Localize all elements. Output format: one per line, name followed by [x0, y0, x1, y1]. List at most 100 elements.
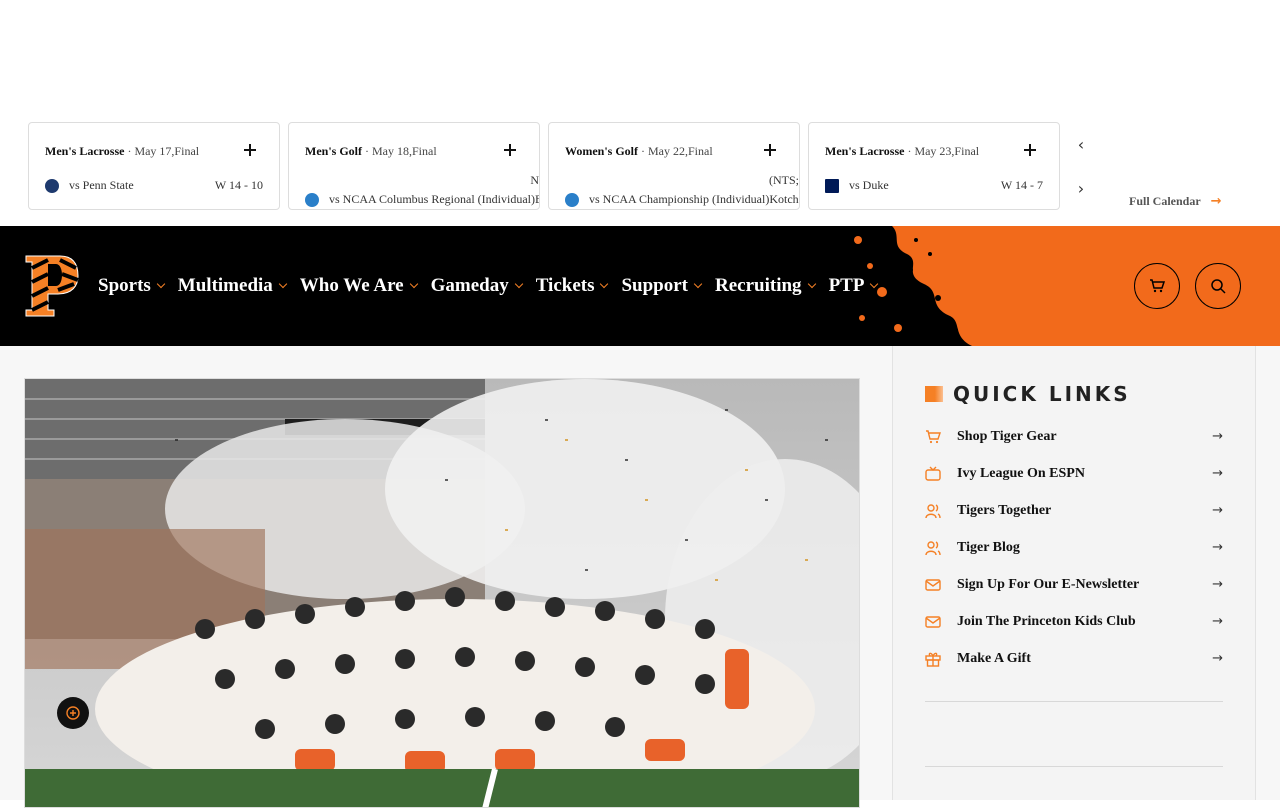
chevron-down-icon [807, 279, 816, 289]
nav-item-ptp[interactable]: PTP [828, 275, 879, 297]
cart-button[interactable] [1134, 263, 1180, 309]
princeton-p-logo[interactable] [24, 254, 80, 318]
main-content: QUICK LINKS Shop Tiger Gear → Ivy League… [0, 346, 1280, 808]
team-celebration-photo [25, 379, 859, 807]
full-calendar-label: Full Calendar [1129, 194, 1201, 208]
arrow-right-icon: → [1210, 194, 1222, 209]
game-date-status: May 17,Final [134, 144, 200, 158]
game-sport: Men's Lacrosse [45, 144, 125, 158]
tv-icon [925, 466, 941, 482]
nav-item-multimedia[interactable]: Multimedia [177, 275, 288, 297]
divider [925, 766, 1223, 767]
heading-accent-icon [925, 386, 943, 402]
quick-link-label: Tigers Together [957, 502, 1052, 518]
game-opponent: vs Duke [825, 178, 889, 193]
arrow-right-icon: → [1212, 540, 1223, 555]
opponent-label: vs NCAA Championship (Individual)Kotch [589, 192, 799, 206]
quick-link-newsletter[interactable]: Sign Up For Our E-Newsletter → [925, 566, 1223, 603]
nav-item-who-we-are[interactable]: Who We Are [299, 275, 418, 297]
chevron-left-icon[interactable]: ‹ [1071, 134, 1091, 154]
gift-icon [925, 651, 941, 667]
top-banner-space [0, 0, 1280, 122]
quick-link-shop-tiger-gear[interactable]: Shop Tiger Gear → [925, 418, 1223, 455]
arrow-right-icon: → [1212, 577, 1223, 592]
nav-item-label: Tickets [535, 275, 595, 296]
chevron-down-icon [409, 279, 418, 289]
game-opponent: vs NCAA Championship (Individual)Kotch [565, 192, 799, 207]
users-icon [925, 540, 941, 556]
game-date-status: May 18,Final [372, 144, 437, 158]
search-icon [1211, 279, 1226, 294]
chevron-down-icon [870, 279, 879, 289]
cart-icon [925, 429, 941, 445]
nav-item-gameday[interactable]: Gameday [430, 275, 523, 297]
opponent-label: vs Penn State [69, 178, 134, 192]
ncaa-logo [565, 192, 579, 207]
add-to-calendar-icon[interactable] [761, 141, 779, 159]
quick-link-label: Sign Up For Our E-Newsletter [957, 576, 1140, 592]
quick-link-make-a-gift[interactable]: Make A Gift → [925, 640, 1223, 677]
main-nav: Sports Multimedia Who We Are Gameday Tic… [0, 226, 1280, 346]
quick-link-label: Tiger Blog [957, 539, 1020, 555]
opponent-label: vs Duke [849, 178, 889, 192]
game-header: Men's Lacrosse · May 17,Final [45, 144, 200, 158]
quick-link-label: Join The Princeton Kids Club [957, 613, 1136, 629]
game-header: Women's Golf · May 22,Final [565, 144, 713, 158]
game-card[interactable]: Men's Lacrosse · May 17,Final vs Penn St… [28, 122, 280, 210]
quick-link-ivy-league-espn[interactable]: Ivy League On ESPN → [925, 455, 1223, 492]
add-to-calendar-icon[interactable] [501, 141, 519, 159]
nav-item-label: Gameday [430, 275, 509, 296]
arrow-right-icon: → [1212, 429, 1223, 444]
ncaa-logo [305, 192, 319, 207]
quick-link-label: Ivy League On ESPN [957, 465, 1085, 481]
hero-image[interactable] [24, 378, 860, 808]
expand-photo-icon[interactable] [57, 697, 89, 729]
game-result: W 14 - 7 [1000, 178, 1043, 192]
nav-item-sports[interactable]: Sports [98, 275, 166, 297]
nav-item-label: Recruiting [715, 275, 802, 296]
quick-link-label: Shop Tiger Gear [957, 428, 1057, 444]
game-result: W 14 - 10 [214, 178, 263, 192]
game-card[interactable]: Men's Lacrosse · May 23,Final vs Duke W … [808, 122, 1060, 210]
game-card[interactable]: Men's Golf · May 18,Final N vs NCAA Colu… [288, 122, 540, 210]
plus-circle-icon [66, 706, 80, 720]
chevron-down-icon [693, 279, 703, 289]
game-header: Men's Lacrosse · May 23,Final [825, 144, 980, 158]
nav-menu: Sports Multimedia Who We Are Gameday Tic… [98, 226, 879, 346]
nav-item-label: Who We Are [299, 275, 404, 296]
add-to-calendar-icon[interactable] [241, 141, 259, 159]
arrow-right-icon: → [1212, 614, 1223, 629]
game-card[interactable]: Women's Golf · May 22,Final (NTS; vs NCA… [548, 122, 800, 210]
chevron-down-icon [514, 279, 523, 289]
users-icon [925, 503, 941, 519]
arrow-right-icon: → [1212, 503, 1223, 518]
scoreboard: Men's Lacrosse · May 17,Final vs Penn St… [0, 122, 1280, 226]
full-calendar-link[interactable]: Full Calendar → [1129, 194, 1222, 209]
quick-link-tigers-together[interactable]: Tigers Together → [925, 492, 1223, 529]
quick-link-tiger-blog[interactable]: Tiger Blog → [925, 529, 1223, 566]
arrow-right-icon: → [1212, 466, 1223, 481]
nav-item-recruiting[interactable]: Recruiting [715, 275, 816, 297]
game-date-status: May 22,Final [648, 144, 713, 158]
game-header: Men's Golf · May 18,Final [305, 144, 437, 158]
game-opponent: vs NCAA Columbus Regional (Individual)B [305, 192, 539, 207]
divider [925, 701, 1223, 702]
nav-item-support[interactable]: Support [621, 275, 703, 297]
chevron-down-icon [600, 279, 609, 289]
search-button[interactable] [1195, 263, 1241, 309]
cart-icon [1150, 279, 1165, 293]
nav-item-label: Sports [98, 275, 151, 296]
chevron-right-icon[interactable]: › [1071, 178, 1091, 198]
quick-links-list: Shop Tiger Gear → Ivy League On ESPN → T… [925, 418, 1223, 677]
nav-item-label: Multimedia [177, 275, 273, 296]
game-opponent: vs Penn State [45, 178, 134, 193]
quick-link-kids-club[interactable]: Join The Princeton Kids Club → [925, 603, 1223, 640]
nav-item-tickets[interactable]: Tickets [535, 275, 609, 297]
game-sport: Women's Golf [565, 144, 639, 158]
nav-item-label: PTP [828, 275, 865, 296]
add-to-calendar-icon[interactable] [1021, 141, 1039, 159]
game-sport: Men's Golf [305, 144, 362, 158]
chevron-down-icon [156, 279, 166, 289]
quick-link-label: Make A Gift [957, 650, 1031, 666]
opponent-logo [45, 178, 59, 193]
